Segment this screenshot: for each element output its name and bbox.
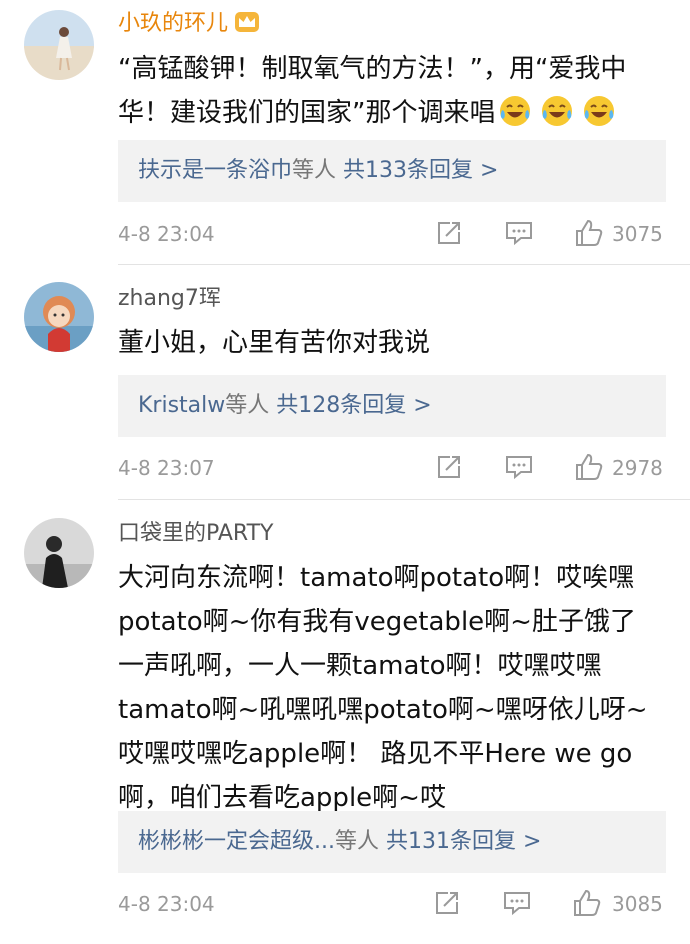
avatar[interactable] — [24, 282, 94, 352]
laughing-tears-emoji — [499, 95, 615, 141]
reply-mid: 等人 — [334, 829, 379, 854]
share-icon[interactable] — [434, 890, 460, 920]
username[interactable]: 小玖的环儿 — [118, 10, 260, 41]
like-count: 3085 — [612, 892, 663, 916]
like-thumb-icon[interactable] — [574, 218, 604, 252]
reply-summary[interactable]: 扶示是一条浴巾等人 共133条回复 > — [118, 140, 666, 202]
username[interactable]: 口袋里的PARTY — [118, 520, 273, 548]
comment-time: 4-8 23:07 — [118, 456, 215, 480]
username-text: 小玖的环儿 — [118, 11, 229, 36]
comment-line-text: 华！建设我们的国家”那个调来唱 — [118, 98, 496, 128]
comment-line: 一声吼啊，一人一颗tamato啊！哎嘿哎嘿 — [118, 651, 602, 681]
reply-mid: 等人 — [292, 158, 337, 183]
reply-names[interactable]: 彬彬彬一定会超级... — [138, 829, 335, 854]
comment-icon[interactable] — [503, 890, 531, 920]
reply-summary[interactable]: Kristalw等人 共128条回复 > — [118, 375, 666, 437]
reply-names[interactable]: 扶示是一条浴巾 — [138, 158, 292, 183]
comment-time: 4-8 23:04 — [118, 222, 215, 246]
reply-summary[interactable]: 彬彬彬一定会超级...等人 共131条回复 > — [118, 811, 666, 873]
reply-mid: 等人 — [225, 393, 270, 418]
comment-line: 华！建设我们的国家”那个调来唱 — [118, 91, 670, 141]
comment-item: zhang7珲 董小姐，心里有苦你对我说 Kristalw等人 共128条回复 … — [0, 265, 690, 505]
comment-line: 哎嘿哎嘿吃apple啊！ 路见不平Here we go — [118, 739, 633, 769]
like-count: 2978 — [612, 456, 663, 480]
reply-count[interactable]: 共128条回复 > — [276, 393, 431, 418]
comment-line: “高锰酸钾！制取氧气的方法！”，用“爱我中 — [118, 54, 627, 84]
comment-line: 大河向东流啊！tamato啊potato啊！哎唉嘿 — [118, 563, 635, 593]
comment-text: “高锰酸钾！制取氧气的方法！”，用“爱我中 华！建设我们的国家”那个调来唱 — [118, 47, 670, 141]
comment-text: 董小姐，心里有苦你对我说 — [118, 321, 670, 365]
like-thumb-icon[interactable] — [574, 452, 604, 486]
comment-time: 4-8 23:04 — [118, 892, 215, 916]
comment-line: potato啊~你有我有vegetable啊~肚子饿了 — [118, 607, 636, 637]
comment-text: 大河向东流啊！tamato啊potato啊！哎唉嘿 potato啊~你有我有ve… — [118, 556, 670, 820]
comment-item: 小玖的环儿 “高锰酸钾！制取氧气的方法！”，用“爱我中 华！建设我们的国家”那个… — [0, 0, 690, 265]
reply-names[interactable]: Kristalw — [138, 393, 225, 418]
comment-icon[interactable] — [505, 454, 533, 484]
like-thumb-icon[interactable] — [572, 888, 602, 922]
crown-icon — [234, 11, 260, 41]
like-count: 3075 — [612, 222, 663, 246]
avatar[interactable] — [24, 10, 94, 80]
comment-item: 口袋里的PARTY 大河向东流啊！tamato啊potato啊！哎唉嘿 pota… — [0, 500, 690, 944]
reply-count[interactable]: 共131条回复 > — [386, 829, 541, 854]
comment-icon[interactable] — [505, 220, 533, 250]
username[interactable]: zhang7珲 — [118, 285, 221, 313]
share-icon[interactable] — [436, 454, 462, 484]
comment-line: tamato啊~吼嘿吼嘿potato啊~嘿呀依儿呀~ — [118, 695, 648, 725]
avatar[interactable] — [24, 518, 94, 588]
share-icon[interactable] — [436, 220, 462, 250]
comment-line: 董小姐，心里有苦你对我说 — [118, 328, 431, 358]
reply-count[interactable]: 共133条回复 > — [343, 158, 498, 183]
